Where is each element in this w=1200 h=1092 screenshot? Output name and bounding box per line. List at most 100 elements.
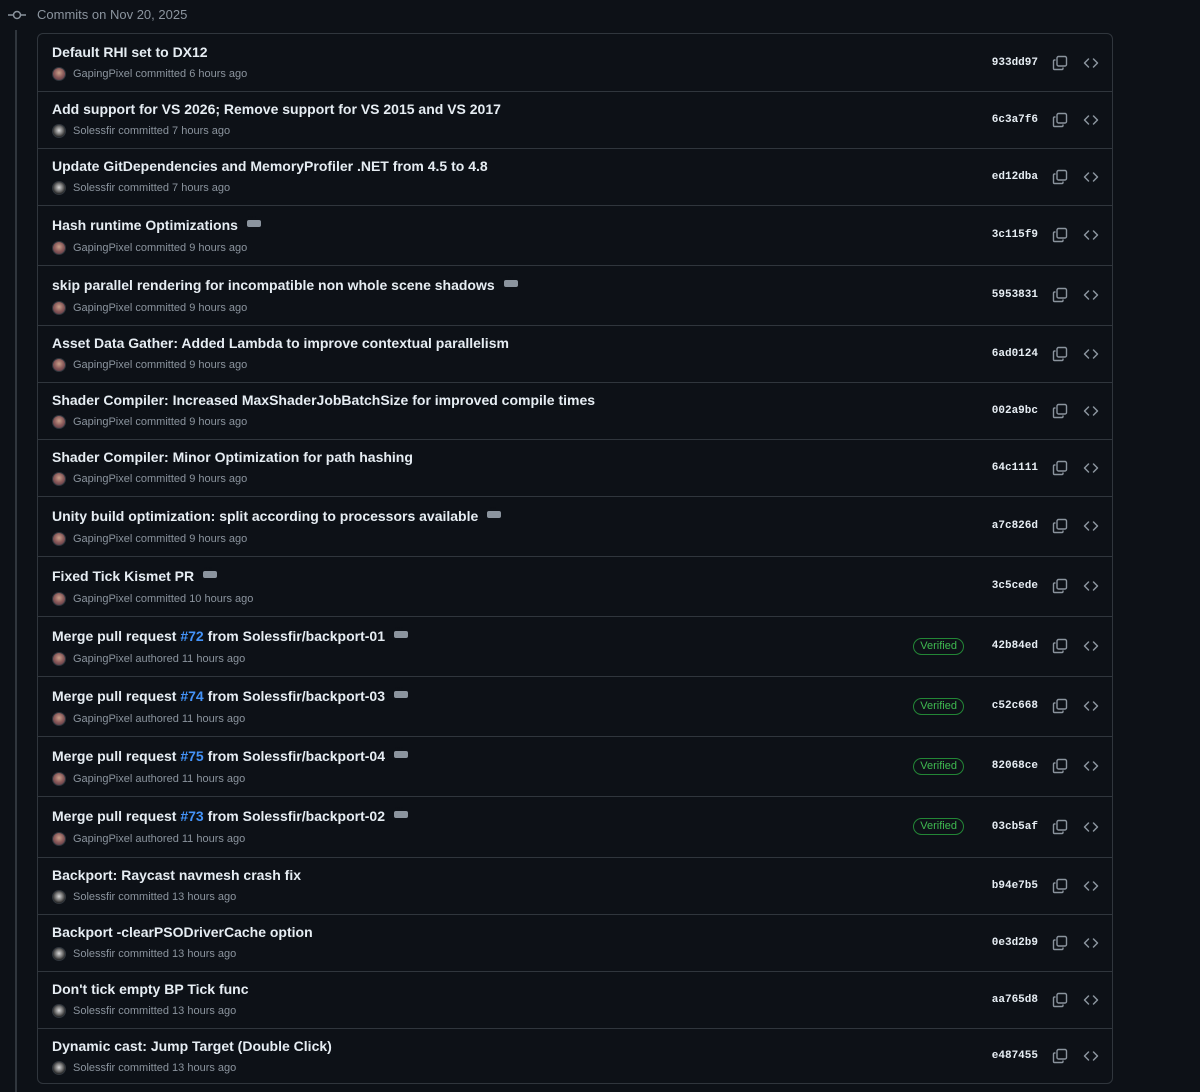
commit-message[interactable]: Add support for VS 2026; Remove support … (52, 101, 501, 117)
commit-message-text[interactable]: Shader Compiler: Minor Optimization for … (52, 449, 413, 465)
commit-message-text[interactable]: Dynamic cast: Jump Target (Double Click) (52, 1038, 332, 1054)
avatar[interactable] (52, 415, 66, 429)
commit-message-suffix[interactable]: from Solessfir/backport-03 (204, 688, 385, 704)
copy-sha-button[interactable] (1050, 401, 1070, 421)
verified-badge[interactable]: Verified (913, 637, 964, 655)
commit-message[interactable]: Backport -clearPSODriverCache option (52, 924, 313, 940)
copy-sha-button[interactable] (1050, 756, 1070, 776)
pull-request-link[interactable]: #72 (180, 628, 203, 644)
avatar[interactable] (52, 1061, 66, 1075)
avatar[interactable] (52, 181, 66, 195)
commit-message-text[interactable]: Asset Data Gather: Added Lambda to impro… (52, 335, 509, 351)
commit-message[interactable]: Backport: Raycast navmesh crash fix (52, 867, 301, 883)
copy-sha-button[interactable] (1050, 344, 1070, 364)
commit-message-text[interactable]: Default RHI set to DX12 (52, 44, 208, 60)
browse-repository-button[interactable] (1081, 756, 1101, 776)
author-name[interactable]: Solessfir (73, 891, 115, 903)
commit-message[interactable]: Shader Compiler: Minor Optimization for … (52, 449, 413, 465)
browse-repository-button[interactable] (1081, 53, 1101, 73)
commit-message-text[interactable]: Hash runtime Optimizations (52, 217, 238, 233)
browse-repository-button[interactable] (1081, 636, 1101, 656)
author-name[interactable]: Solessfir (73, 1062, 115, 1074)
avatar[interactable] (52, 652, 66, 666)
author-name[interactable]: Solessfir (73, 182, 115, 194)
commit-message-text[interactable]: Shader Compiler: Increased MaxShaderJobB… (52, 392, 595, 408)
commit-message[interactable]: Don't tick empty BP Tick func (52, 981, 249, 997)
commit-message[interactable]: skip parallel rendering for incompatible… (52, 272, 518, 293)
avatar[interactable] (52, 472, 66, 486)
pull-request-link[interactable]: #75 (180, 748, 203, 764)
avatar[interactable] (52, 832, 66, 846)
commit-message-text[interactable]: Unity build optimization: split accordin… (52, 508, 478, 524)
browse-repository-button[interactable] (1081, 990, 1101, 1010)
commit-sha-link[interactable]: c52c668 (978, 700, 1038, 712)
avatar[interactable] (52, 1004, 66, 1018)
commit-sha-link[interactable]: 03cb5af (978, 821, 1038, 833)
author-name[interactable]: GapingPixel (73, 473, 132, 485)
author-name[interactable]: GapingPixel (73, 359, 132, 371)
author-name[interactable]: GapingPixel (73, 416, 132, 428)
expand-description-button[interactable] (487, 503, 502, 518)
avatar[interactable] (52, 358, 66, 372)
author-name[interactable]: Solessfir (73, 1005, 115, 1017)
commit-sha-link[interactable]: b94e7b5 (978, 880, 1038, 892)
commit-message[interactable]: Merge pull request #73 from Solessfir/ba… (52, 803, 408, 824)
commit-message[interactable]: Default RHI set to DX12 (52, 44, 208, 60)
verified-badge[interactable]: Verified (913, 818, 964, 835)
commit-message-text[interactable]: Fixed Tick Kismet PR (52, 568, 194, 584)
copy-sha-button[interactable] (1050, 576, 1070, 596)
commit-sha-link[interactable]: 5953831 (978, 289, 1038, 301)
commit-sha-link[interactable]: 6ad0124 (978, 348, 1038, 360)
commit-sha-link[interactable]: 3c5cede (978, 580, 1038, 592)
expand-description-button[interactable] (394, 743, 408, 758)
commit-message[interactable]: Shader Compiler: Increased MaxShaderJobB… (52, 392, 595, 408)
copy-sha-button[interactable] (1050, 110, 1070, 130)
browse-repository-button[interactable] (1081, 933, 1101, 953)
commit-sha-link[interactable]: aa765d8 (978, 994, 1038, 1006)
avatar[interactable] (52, 124, 66, 138)
copy-sha-button[interactable] (1050, 285, 1070, 305)
commit-message-text[interactable]: Backport: Raycast navmesh crash fix (52, 867, 301, 883)
browse-repository-button[interactable] (1081, 576, 1101, 596)
commit-sha-link[interactable]: e487455 (978, 1050, 1038, 1062)
commit-sha-link[interactable]: 002a9bc (978, 405, 1038, 417)
copy-sha-button[interactable] (1050, 1046, 1070, 1066)
copy-sha-button[interactable] (1050, 817, 1070, 837)
commit-message-text[interactable]: skip parallel rendering for incompatible… (52, 277, 495, 293)
browse-repository-button[interactable] (1081, 458, 1101, 478)
author-name[interactable]: GapingPixel (73, 713, 132, 725)
expand-description-button[interactable] (394, 683, 408, 698)
expand-description-button[interactable] (503, 272, 518, 287)
browse-repository-button[interactable] (1081, 167, 1101, 187)
commit-message[interactable]: Unity build optimization: split accordin… (52, 503, 502, 524)
verified-badge[interactable]: Verified (913, 757, 964, 775)
browse-repository-button[interactable] (1081, 1046, 1101, 1066)
expand-description-button[interactable] (203, 563, 218, 578)
commit-sha-link[interactable]: 42b84ed (978, 640, 1038, 652)
commit-message[interactable]: Update GitDependencies and MemoryProfile… (52, 158, 488, 174)
copy-sha-button[interactable] (1050, 225, 1070, 245)
commit-message-suffix[interactable]: from Solessfir/backport-04 (204, 748, 385, 764)
avatar[interactable] (52, 592, 66, 606)
avatar[interactable] (52, 890, 66, 904)
commit-sha-link[interactable]: 6c3a7f6 (978, 114, 1038, 126)
commit-sha-link[interactable]: 82068ce (978, 760, 1038, 772)
author-name[interactable]: GapingPixel (73, 653, 132, 665)
commit-message-suffix[interactable]: from Solessfir/backport-02 (204, 808, 385, 824)
commit-message-text[interactable]: Update GitDependencies and MemoryProfile… (52, 158, 488, 174)
copy-sha-button[interactable] (1050, 933, 1070, 953)
copy-sha-button[interactable] (1050, 516, 1070, 536)
copy-sha-button[interactable] (1050, 53, 1070, 73)
browse-repository-button[interactable] (1081, 516, 1101, 536)
commit-sha-link[interactable]: ed12dba (978, 171, 1038, 183)
commit-message-text[interactable]: Add support for VS 2026; Remove support … (52, 101, 501, 117)
author-name[interactable]: GapingPixel (73, 773, 132, 785)
browse-repository-button[interactable] (1081, 344, 1101, 364)
author-name[interactable]: GapingPixel (73, 242, 132, 254)
commit-message[interactable]: Hash runtime Optimizations (52, 212, 261, 233)
avatar[interactable] (52, 532, 66, 546)
copy-sha-button[interactable] (1050, 696, 1070, 716)
commit-sha-link[interactable]: a7c826d (978, 520, 1038, 532)
browse-repository-button[interactable] (1081, 110, 1101, 130)
commit-message[interactable]: Merge pull request #72 from Solessfir/ba… (52, 623, 408, 644)
